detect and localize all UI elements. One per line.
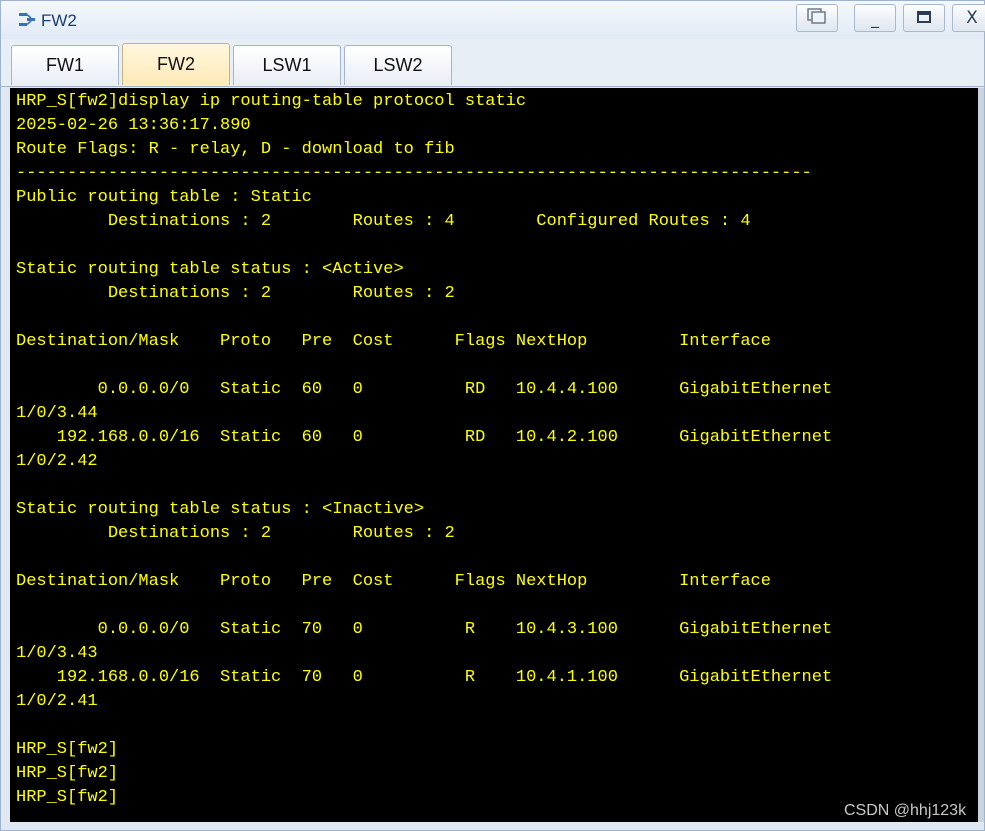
title-bar[interactable]: FW2 _ X (1, 1, 985, 39)
terminal-line: 0.0.0.0/0 Static 60 0 RD 10.4.4.100 Giga… (16, 380, 833, 399)
app-network-icon (17, 10, 37, 30)
terminal-line: Destination/Mask Proto Pre Cost Flags Ne… (16, 332, 771, 351)
terminal-line: Static routing table status : <Active> (16, 260, 404, 279)
terminal-line: Destinations : 2 Routes : 2 (16, 284, 455, 303)
terminal-line: Route Flags: R - relay, D - download to … (16, 140, 455, 159)
terminal-line: Destinations : 2 Routes : 4 Configured R… (16, 212, 751, 231)
watermark-text: CSDN @hhj123k (844, 802, 967, 819)
terminal-line: 0.0.0.0/0 Static 70 0 R 10.4.3.100 Gigab… (16, 620, 833, 639)
close-button[interactable]: X (952, 4, 985, 32)
terminal-line: 1/0/3.43 (16, 644, 98, 663)
minimize-icon: _ (871, 8, 879, 28)
restore-window-button[interactable] (796, 4, 838, 32)
terminal-line: 192.168.0.0/16 Static 70 0 R 10.4.1.100 … (16, 668, 833, 687)
tab-bar: FW1 FW2 LSW1 LSW2 (1, 39, 984, 87)
terminal-line: 1/0/2.41 (16, 692, 98, 711)
terminal-line: HRP_S[fw2]display ip routing-table proto… (16, 92, 527, 111)
terminal-line: HRP_S[fw2] (16, 764, 119, 783)
maximize-icon (916, 9, 932, 28)
tab-lsw2[interactable]: LSW2 (344, 45, 452, 85)
restore-icon (806, 7, 828, 29)
terminal-line: HRP_S[fw2] (16, 740, 119, 759)
terminal-line: HRP_S[fw2] (16, 788, 119, 807)
terminal-line: Destinations : 2 Routes : 2 (16, 524, 455, 543)
terminal-line: ----------------------------------------… (16, 164, 812, 183)
terminal-line: 1/0/2.42 (16, 452, 98, 471)
terminal-console[interactable]: HRP_S[fw2]display ip routing-table proto… (10, 88, 978, 822)
close-icon: X (966, 8, 978, 28)
terminal-line: Destination/Mask Proto Pre Cost Flags Ne… (16, 572, 771, 591)
window-title: FW2 (41, 11, 77, 30)
tab-lsw1[interactable]: LSW1 (233, 45, 341, 85)
app-window: FW2 _ X FW1 FW2 LSW1 LSW2 HRP_S[fw2]disp… (0, 0, 985, 831)
terminal-line: 1/0/3.44 (16, 404, 98, 423)
tab-fw2[interactable]: FW2 (122, 43, 230, 85)
minimize-button[interactable]: _ (854, 4, 896, 32)
tab-fw1[interactable]: FW1 (11, 45, 119, 85)
maximize-button[interactable] (903, 4, 945, 32)
terminal-line: Public routing table : Static (16, 188, 312, 207)
terminal-line: Static routing table status : <Inactive> (16, 500, 425, 519)
terminal-line: 2025-02-26 13:36:17.890 (16, 116, 251, 135)
terminal-line: 192.168.0.0/16 Static 60 0 RD 10.4.2.100… (16, 428, 833, 447)
terminal-scrollbar[interactable] (978, 88, 984, 822)
